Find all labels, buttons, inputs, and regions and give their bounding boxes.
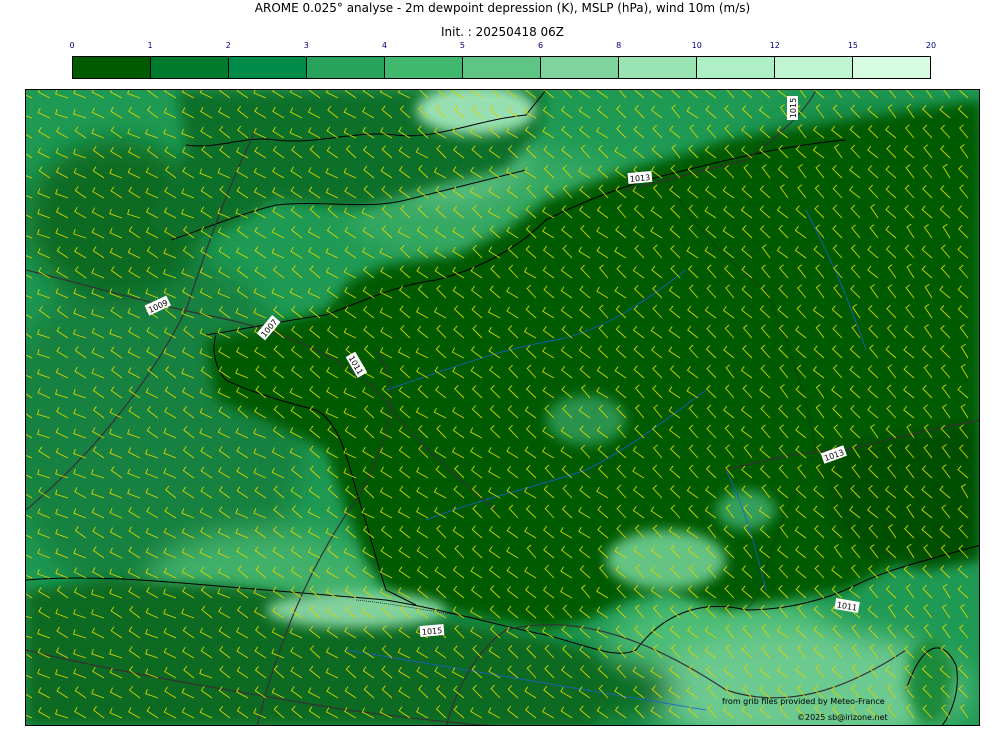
colorbar-segment (385, 57, 463, 78)
colorbar-segment (73, 57, 151, 78)
isobar-label: 1015 (422, 626, 443, 637)
isobar-label: 1013 (630, 173, 651, 184)
colorbar-tick-label: 20 (925, 41, 937, 50)
isobar-label: 1015 (789, 98, 798, 118)
colorbar-tick-label: 8 (616, 41, 622, 50)
map-title: AROME 0.025° analyse - 2m dewpoint depre… (254, 1, 751, 15)
colorbar-tick-label: 12 (769, 41, 780, 50)
colorbar-tick-label: 6 (537, 41, 544, 50)
weather-map: 1015 1013 1009 1007 1011 1013 1011 1015 (25, 89, 980, 726)
colorbar-segment (541, 57, 619, 78)
colorbar-segment (229, 57, 307, 78)
colorbar-tick-label: 2 (225, 41, 231, 50)
colorbar-segment (619, 57, 697, 78)
colorbar-segment (775, 57, 853, 78)
colorbar-segment (853, 57, 930, 78)
colorbar-segment (697, 57, 775, 78)
colorbar-tick-label: 1 (147, 41, 153, 50)
colorbar-tick-label: 0 (69, 41, 75, 50)
init-time: Init. : 20250418 06Z (440, 25, 565, 39)
data-source-credit: from grib files provided by Meteo-France (722, 697, 885, 706)
colorbar-tick-label: 15 (847, 41, 858, 50)
colorbar-tick-label: 4 (381, 41, 387, 50)
colorbar-tick-label: 5 (459, 41, 465, 50)
colorbar-segment (151, 57, 229, 78)
colorbar-segment (307, 57, 385, 78)
colorbar-segment (463, 57, 541, 78)
colorbar-tick-label: 10 (691, 41, 702, 50)
colorbar (72, 56, 931, 79)
colorbar-tick-label: 3 (303, 41, 309, 50)
copyright-credit: ©2025 sb@irizone.net (797, 713, 888, 722)
